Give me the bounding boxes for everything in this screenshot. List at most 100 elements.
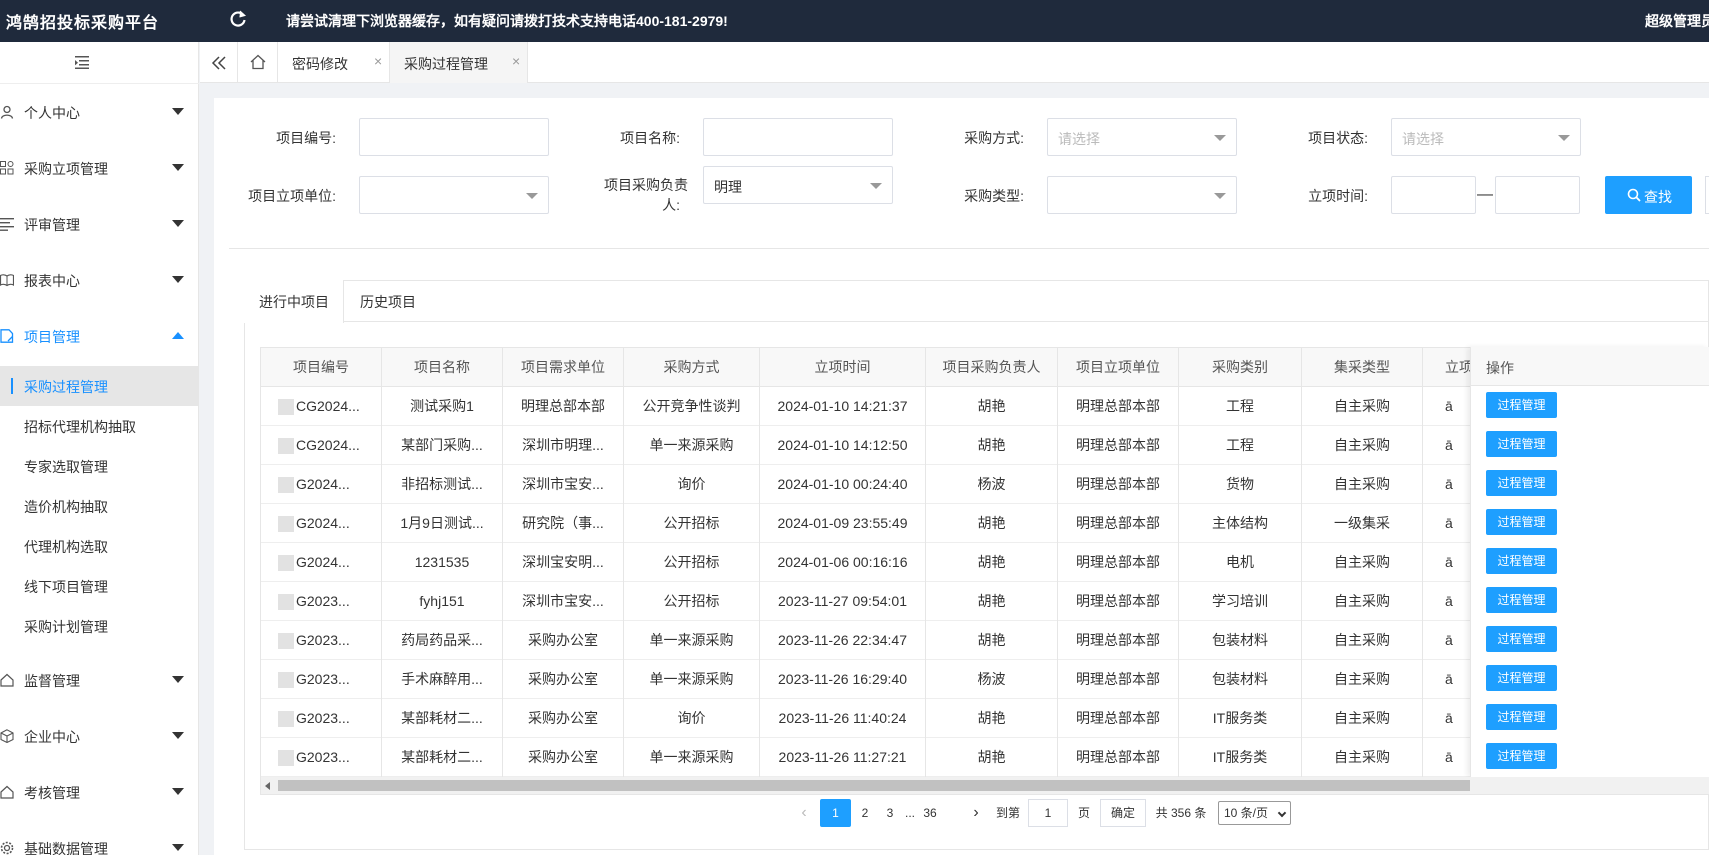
collapse-sidebar-button[interactable] xyxy=(200,42,238,83)
process-manage-button[interactable]: 过程管理 xyxy=(1486,392,1557,418)
menu-group-personal[interactable]: 个人中心 xyxy=(0,84,199,140)
menu-group-purchase-project[interactable]: 采购立项管理 xyxy=(0,140,199,196)
page-1[interactable]: 1 xyxy=(820,799,851,827)
sidebar-item-expert-selection[interactable]: 专家选取管理 xyxy=(0,446,199,486)
operation-header: 操作 xyxy=(1471,347,1709,386)
project-unit-select[interactable] xyxy=(359,176,549,214)
manager-select[interactable]: 明理 xyxy=(703,166,893,204)
page-unit: 页 xyxy=(1077,806,1090,820)
table-cell-category: 主体结构 xyxy=(1179,504,1302,543)
menu-group-reports[interactable]: 报表中心 xyxy=(0,252,199,308)
menu-group-project-management[interactable]: 项目管理 xyxy=(0,308,199,364)
scrollbar-thumb[interactable] xyxy=(278,780,1470,791)
purchase-method-label: 采购方式: xyxy=(964,130,1024,146)
process-manage-button[interactable]: 过程管理 xyxy=(1486,704,1557,730)
process-manage-button[interactable]: 过程管理 xyxy=(1486,470,1557,496)
table-cell-collect: 自主采购 xyxy=(1302,699,1423,738)
process-manage-button[interactable]: 过程管理 xyxy=(1486,548,1557,574)
horizontal-scrollbar[interactable] xyxy=(261,777,1709,794)
table-cell-method: 单一来源采购 xyxy=(624,621,760,660)
table-cell-unit: 深圳宝安明... xyxy=(503,543,624,582)
date-end-input[interactable] xyxy=(1495,176,1580,214)
sidebar-item-cost-extraction[interactable]: 造价机构抽取 xyxy=(0,486,199,526)
sidebar-item-offline-projects[interactable]: 线下项目管理 xyxy=(0,566,199,606)
tab-in-progress[interactable]: 进行中项目 xyxy=(244,280,344,323)
date-start-input[interactable] xyxy=(1391,176,1476,214)
project-code-input[interactable] xyxy=(359,118,549,156)
table-cell-category: IT服务类 xyxy=(1179,699,1302,738)
sidebar-toggle[interactable] xyxy=(0,42,199,84)
menu-group-enterprise[interactable]: 企业中心 xyxy=(0,708,199,764)
tab-history[interactable]: 历史项目 xyxy=(345,280,435,322)
table-cell-time: 2023-11-27 09:54:01 xyxy=(760,582,926,621)
app-logo: 鸿鹄招投标采购平台 xyxy=(6,13,160,32)
table-cell-method: 单一来源采购 xyxy=(624,738,760,777)
purchase-method-select[interactable]: 请选择 xyxy=(1047,118,1237,156)
page-36[interactable]: 36 xyxy=(919,799,941,827)
redacted-mask xyxy=(278,594,294,611)
search-button-label: 查找 xyxy=(1644,189,1672,205)
project-name-input[interactable] xyxy=(703,118,893,156)
process-manage-button[interactable]: 过程管理 xyxy=(1486,587,1557,613)
tab-purchase-process[interactable]: 采购过程管理 × xyxy=(390,42,528,83)
goto-confirm-button[interactable]: 确定 xyxy=(1100,799,1146,827)
prev-page-button[interactable]: ‹ xyxy=(794,799,814,827)
process-manage-button[interactable]: 过程管理 xyxy=(1486,431,1557,457)
next-page-button[interactable]: › xyxy=(966,799,986,827)
table-cell-category: 包装材料 xyxy=(1179,660,1302,699)
tab-label: 历史项目 xyxy=(360,294,416,310)
sidebar-item-agency-extraction[interactable]: 招标代理机构抽取 xyxy=(0,406,199,446)
total-count: 共 356 条 xyxy=(1155,806,1207,820)
menu-group-review[interactable]: 评审管理 xyxy=(0,196,199,252)
search-button[interactable]: 查找 xyxy=(1605,176,1692,214)
process-manage-button[interactable]: 过程管理 xyxy=(1486,743,1557,769)
caret-down-icon xyxy=(870,183,882,189)
menu-group-base-data[interactable]: 基础数据管理 xyxy=(0,820,199,855)
caret-down-icon xyxy=(172,788,184,795)
cell-text: G2023... xyxy=(296,632,350,648)
select-value: 明理 xyxy=(714,179,742,195)
goto-page-input[interactable]: 1 xyxy=(1028,799,1068,827)
table-cell-time: 2023-11-26 11:40:24 xyxy=(760,699,926,738)
close-icon[interactable]: × xyxy=(374,53,382,69)
purchase-type-select[interactable] xyxy=(1047,176,1237,214)
table-cell-time: 2023-11-26 11:27:21 xyxy=(760,738,926,777)
process-manage-button[interactable]: 过程管理 xyxy=(1486,509,1557,535)
table-cell-name: 1月9日测试... xyxy=(382,504,503,543)
column-header: 项目名称 xyxy=(382,348,503,387)
table-cell-name: 1231535 xyxy=(382,543,503,582)
menu-group-supervision[interactable]: 监督管理 xyxy=(0,652,199,708)
project-name-label: 项目名称: xyxy=(620,130,680,146)
sidebar-item-purchase-process[interactable]: 采购过程管理 xyxy=(0,366,199,406)
file-icon xyxy=(0,329,14,343)
process-manage-button[interactable]: 过程管理 xyxy=(1486,626,1557,652)
scroll-left-icon[interactable] xyxy=(265,782,270,790)
page-size-select[interactable]: 10 条/页 xyxy=(1218,801,1291,825)
process-manage-button[interactable]: 过程管理 xyxy=(1486,665,1557,691)
table-cell-org: 明理总部本部 xyxy=(1058,465,1179,504)
close-icon[interactable]: × xyxy=(512,53,520,69)
menu-group-assessment[interactable]: 考核管理 xyxy=(0,764,199,820)
menu-group-label: 采购立项管理 xyxy=(24,161,108,177)
page-2[interactable]: 2 xyxy=(854,799,876,827)
table-cell-category: 工程 xyxy=(1179,387,1302,426)
sidebar-item-purchase-plan[interactable]: 采购计划管理 xyxy=(0,606,199,646)
sidebar-item-agency-selection[interactable]: 代理机构选取 xyxy=(0,526,199,566)
tab-label: 密码修改 xyxy=(292,56,348,72)
sidebar-item-label: 线下项目管理 xyxy=(24,579,108,595)
refresh-icon[interactable] xyxy=(228,9,248,29)
page-3[interactable]: 3 xyxy=(879,799,901,827)
menu-fold-icon[interactable] xyxy=(75,56,89,69)
select-placeholder: 请选择 xyxy=(1402,131,1444,147)
table-cell-manager: 胡艳 xyxy=(926,621,1058,660)
home-tab[interactable] xyxy=(238,42,278,83)
table-cell-org: 明理总部本部 xyxy=(1058,504,1179,543)
project-code-label: 项目编号: xyxy=(276,130,336,146)
reset-button[interactable] xyxy=(1705,176,1709,214)
redacted-mask xyxy=(278,399,294,416)
sidebar: 个人中心 采购立项管理 评审管理 报表中心 项目管理 采购过程管理 招标代理机构… xyxy=(0,42,199,855)
tab-password-change[interactable]: 密码修改 × xyxy=(278,42,390,83)
redacted-mask xyxy=(278,672,294,689)
project-status-select[interactable]: 请选择 xyxy=(1391,118,1581,156)
user-menu[interactable]: 超级管理员 xyxy=(1645,11,1709,31)
